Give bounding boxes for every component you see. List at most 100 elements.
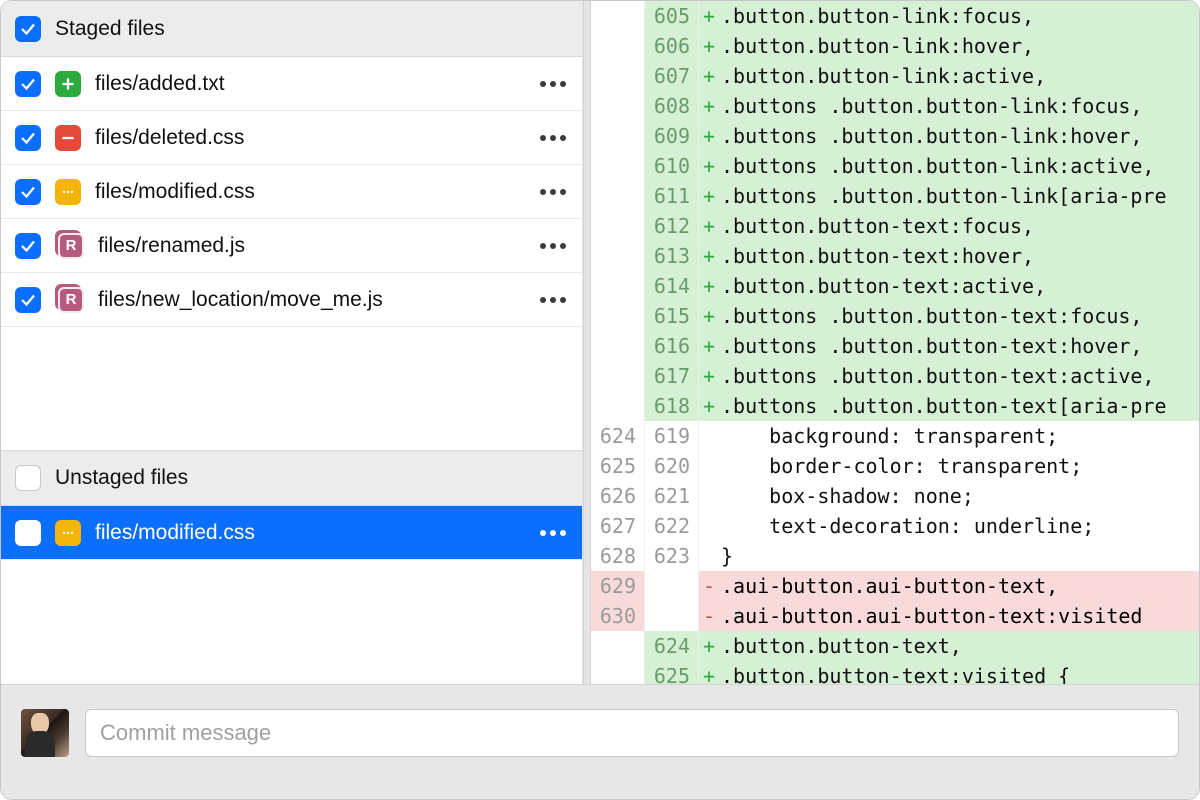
file-checkbox[interactable] [15, 520, 41, 546]
diff-line[interactable]: 627 622 text-decoration: underline; [591, 511, 1199, 541]
file-name: files/added.txt [95, 72, 524, 96]
unstaged-spacer [1, 560, 582, 683]
diff-code: .buttons .button.button-text:active, [719, 361, 1199, 391]
diff-line[interactable]: 612 + .button.button-text:focus, [591, 211, 1199, 241]
diff-line[interactable]: 616 + .buttons .button.button-text:hover… [591, 331, 1199, 361]
gutter-new: 615 [645, 301, 699, 331]
diff-code: .button.button-text:focus, [719, 211, 1199, 241]
diff-mark: + [699, 271, 719, 301]
status-renamed-icon: R [58, 287, 84, 313]
file-actions-icon[interactable] [538, 182, 568, 202]
gutter-old [591, 211, 645, 241]
gutter-new: 624 [645, 631, 699, 661]
file-checkbox[interactable] [15, 179, 41, 205]
unstaged-header-label: Unstaged files [55, 466, 188, 490]
diff-line[interactable]: 607 + .button.button-link:active, [591, 61, 1199, 91]
file-row[interactable]: R files/new_location/move_me.js [1, 273, 582, 327]
gutter-new: 616 [645, 331, 699, 361]
status-added-icon [55, 71, 81, 97]
file-row[interactable]: files/modified.css [1, 506, 582, 560]
unstaged-all-checkbox[interactable] [15, 465, 41, 491]
file-row[interactable]: files/modified.css [1, 165, 582, 219]
diff-code: .buttons .button.button-link:hover, [719, 121, 1199, 151]
gutter-new: 608 [645, 91, 699, 121]
file-name: files/modified.css [95, 180, 524, 204]
diff-code: .buttons .button.button-link[aria-pre [719, 181, 1199, 211]
app-window: Staged files files/added.txt files/delet… [0, 0, 1200, 800]
diff-line[interactable]: 630 - .aui-button.aui-button-text:visite… [591, 601, 1199, 631]
file-actions-icon[interactable] [538, 236, 568, 256]
diff-code: .buttons .button.button-text:hover, [719, 331, 1199, 361]
diff-line[interactable]: 626 621 box-shadow: none; [591, 481, 1199, 511]
gutter-old: 626 [591, 481, 645, 511]
gutter-old: 624 [591, 421, 645, 451]
staged-all-checkbox[interactable] [15, 16, 41, 42]
file-row[interactable]: files/deleted.css [1, 111, 582, 165]
diff-code: } [719, 541, 1199, 571]
diff-line[interactable]: 625 620 border-color: transparent; [591, 451, 1199, 481]
file-actions-icon[interactable] [538, 128, 568, 148]
diff-code: .buttons .button.button-link:focus, [719, 91, 1199, 121]
diff-mark [699, 421, 719, 451]
diff-line[interactable]: 624 619 background: transparent; [591, 421, 1199, 451]
diff-mark [699, 481, 719, 511]
status-modified-icon [55, 179, 81, 205]
diff-code: border-color: transparent; [719, 451, 1199, 481]
gutter-old: 628 [591, 541, 645, 571]
file-name: files/deleted.css [95, 126, 524, 150]
gutter-old [591, 121, 645, 151]
gutter-old [591, 361, 645, 391]
file-row[interactable]: R files/renamed.js [1, 219, 582, 273]
gutter-new: 607 [645, 61, 699, 91]
avatar[interactable] [21, 709, 69, 757]
diff-line[interactable]: 608 + .buttons .button.button-link:focus… [591, 91, 1199, 121]
diff-line[interactable]: 618 + .buttons .button.button-text[aria-… [591, 391, 1199, 421]
diff-line[interactable]: 617 + .buttons .button.button-text:activ… [591, 361, 1199, 391]
diff-pane[interactable]: 605 + .button.button-link:focus, 606 + .… [591, 1, 1199, 684]
diff-line[interactable]: 628 623 } [591, 541, 1199, 571]
diff-line[interactable]: 606 + .button.button-link:hover, [591, 31, 1199, 61]
commit-message-input[interactable]: Commit message [85, 709, 1179, 757]
diff-line[interactable]: 610 + .buttons .button.button-link:activ… [591, 151, 1199, 181]
gutter-new [645, 601, 699, 631]
file-name: files/modified.css [95, 521, 524, 545]
gutter-old: 627 [591, 511, 645, 541]
file-checkbox[interactable] [15, 287, 41, 313]
staged-header[interactable]: Staged files [1, 1, 582, 57]
unstaged-header[interactable]: Unstaged files [1, 450, 582, 506]
gutter-old: 630 [591, 601, 645, 631]
gutter-old [591, 181, 645, 211]
file-name: files/renamed.js [98, 234, 524, 258]
diff-code: .button.button-link:hover, [719, 31, 1199, 61]
pane-splitter[interactable] [583, 1, 591, 684]
file-actions-icon[interactable] [538, 523, 568, 543]
diff-line[interactable]: 624 + .button.button-text, [591, 631, 1199, 661]
diff-line[interactable]: 605 + .button.button-link:focus, [591, 1, 1199, 31]
file-checkbox[interactable] [15, 125, 41, 151]
diff-code: .button.button-text:active, [719, 271, 1199, 301]
status-deleted-icon [55, 125, 81, 151]
diff-code: .buttons .button.button-text[aria-pre [719, 391, 1199, 421]
gutter-old [591, 271, 645, 301]
diff-mark: + [699, 631, 719, 661]
diff-line[interactable]: 609 + .buttons .button.button-link:hover… [591, 121, 1199, 151]
gutter-old: 625 [591, 451, 645, 481]
gutter-new: 614 [645, 271, 699, 301]
file-row[interactable]: files/added.txt [1, 57, 582, 111]
diff-line[interactable]: 614 + .button.button-text:active, [591, 271, 1199, 301]
file-checkbox[interactable] [15, 71, 41, 97]
diff-line[interactable]: 611 + .buttons .button.button-link[aria-… [591, 181, 1199, 211]
diff-line[interactable]: 613 + .button.button-text:hover, [591, 241, 1199, 271]
diff-code: .button.button-link:focus, [719, 1, 1199, 31]
diff-line[interactable]: 629 - .aui-button.aui-button-text, [591, 571, 1199, 601]
file-actions-icon[interactable] [538, 290, 568, 310]
gutter-old [591, 331, 645, 361]
diff-code: text-decoration: underline; [719, 511, 1199, 541]
diff-mark: + [699, 31, 719, 61]
gutter-new: 606 [645, 31, 699, 61]
diff-line[interactable]: 615 + .buttons .button.button-text:focus… [591, 301, 1199, 331]
file-checkbox[interactable] [15, 233, 41, 259]
file-actions-icon[interactable] [538, 74, 568, 94]
commit-bar: Commit message [1, 684, 1199, 799]
gutter-new: 605 [645, 1, 699, 31]
